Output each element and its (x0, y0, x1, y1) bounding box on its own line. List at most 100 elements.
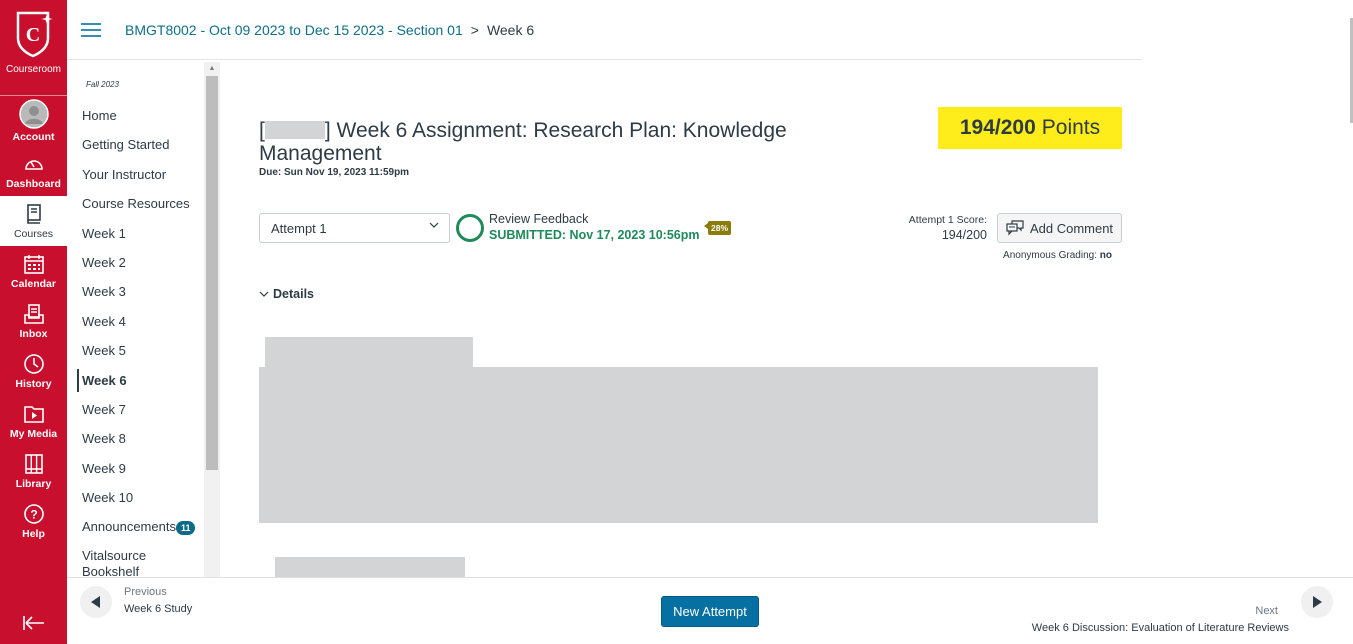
page-header: BMGT8002 - Oct 09 2023 to Dec 15 2023 - … (67, 0, 1142, 60)
triangle-right-icon (1313, 596, 1322, 608)
details-label: Details (273, 287, 314, 301)
book-icon (26, 203, 41, 224)
assignment-title: [] Week 6 Assignment: Research Plan: Kno… (259, 119, 819, 165)
attempt-select-value: Attempt 1 (271, 220, 327, 236)
shield-logo-icon: C (16, 11, 52, 58)
user-avatar-icon (18, 99, 49, 129)
chevron-down-icon (429, 222, 439, 228)
next-item-link[interactable]: Week 6 Discussion: Evaluation of Literat… (1032, 622, 1289, 634)
nav-label: Dashboard (6, 177, 61, 190)
course-nav-your-instructor[interactable]: Your Instructor (67, 160, 206, 189)
nav-label: My Media (9, 427, 58, 440)
nav-courses[interactable]: Courses (0, 196, 67, 246)
nav-label: Calendar (11, 277, 56, 290)
media-folder-icon (23, 405, 44, 423)
redacted-content (265, 337, 473, 369)
collapse-arrow-icon (22, 616, 44, 630)
module-footer: Previous Week 6 Study New Attempt Next W… (67, 577, 1353, 644)
nav-inbox[interactable]: Inbox (0, 296, 67, 346)
brand-logo[interactable]: C Courseroom (0, 0, 67, 96)
review-feedback-link[interactable]: Review Feedback (489, 212, 588, 226)
course-nav-week-6[interactable]: Week 6 (67, 366, 206, 395)
course-nav-week-8[interactable]: Week 8 (67, 424, 206, 453)
course-nav-getting-started[interactable]: Getting Started (67, 130, 206, 159)
nav-label: Library (15, 477, 52, 490)
previous-button[interactable] (80, 586, 112, 618)
breadcrumb-course-link[interactable]: BMGT8002 - Oct 09 2023 to Dec 15 2023 - … (125, 22, 463, 38)
course-nav-week-4[interactable]: Week 4 (67, 307, 206, 336)
title-text: ] Week 6 Assignment: Research Plan: Know… (259, 119, 787, 165)
announcements-label: Announcements (82, 519, 176, 535)
attempt-select[interactable]: Attempt 1 (259, 213, 450, 243)
library-icon (24, 453, 43, 474)
speedometer-icon (24, 159, 43, 170)
course-nav-scrollbar[interactable]: ▲ (204, 62, 220, 577)
comment-icon (1006, 220, 1024, 236)
help-icon: ? (23, 503, 44, 524)
nav-label: Courses (13, 227, 54, 240)
collapse-nav-button[interactable] (0, 612, 67, 638)
course-nav-week-5[interactable]: Week 5 (67, 336, 206, 365)
global-nav: C Courseroom Account Dashboard Courses C… (0, 0, 67, 644)
breadcrumb-separator: > (470, 21, 479, 38)
nav-label: History (15, 377, 52, 390)
points-label: Points (1041, 116, 1101, 139)
breadcrumb-current: Week 6 (486, 21, 535, 38)
term-label: Fall 2023 (86, 80, 119, 89)
attempt-score-label: Attempt 1 Score: (908, 214, 987, 226)
nav-dashboard[interactable]: Dashboard (0, 146, 67, 196)
anonymous-grading: Anonymous Grading: no (949, 250, 1112, 261)
hamburger-menu-icon[interactable] (81, 22, 101, 37)
course-nav: Fall 2023 Home Getting Started Your Inst… (67, 62, 206, 577)
similarity-score-badge[interactable]: 28% (703, 221, 732, 235)
nav-history[interactable]: History (0, 346, 67, 396)
previous-item-link[interactable]: Week 6 Study (124, 603, 192, 615)
new-attempt-button[interactable]: New Attempt (661, 596, 759, 627)
nav-my-media[interactable]: My Media (0, 396, 67, 446)
nav-label: Inbox (19, 327, 48, 340)
breadcrumb: BMGT8002 - Oct 09 2023 to Dec 15 2023 - … (125, 22, 534, 38)
nav-account[interactable]: Account (0, 96, 67, 146)
nav-calendar[interactable]: Calendar (0, 246, 67, 296)
course-nav-week-7[interactable]: Week 7 (67, 395, 206, 424)
scroll-up-arrow-icon[interactable]: ▲ (204, 62, 220, 76)
points-value: 194/200 (959, 116, 1036, 139)
chevron-down-icon (259, 291, 269, 297)
app-root: C Courseroom Account Dashboard Courses C… (0, 0, 1353, 644)
anonymous-grading-value: no (1099, 250, 1112, 261)
due-date: Due: Sun Nov 19, 2023 11:59pm (259, 167, 410, 178)
attempt-score-value: 194/200 (941, 228, 987, 242)
course-nav-week-1[interactable]: Week 1 (67, 219, 206, 248)
nav-label: Help (22, 527, 45, 540)
nav-label: Account (12, 131, 55, 143)
course-nav-announcements[interactable]: Announcements 11 (67, 512, 206, 541)
clock-icon (23, 353, 44, 374)
course-nav-course-resources[interactable]: Course Resources (67, 189, 206, 218)
redacted-text (264, 121, 325, 139)
anonymous-grading-label: Anonymous Grading: (1003, 250, 1097, 261)
details-toggle[interactable]: Details (259, 287, 314, 301)
svg-text:?: ? (30, 507, 37, 521)
nav-help[interactable]: ? Help (0, 496, 67, 546)
svg-text:C: C (25, 24, 39, 46)
course-nav-week-9[interactable]: Week 9 (67, 454, 206, 483)
add-comment-button[interactable]: Add Comment (997, 213, 1122, 243)
nav-library[interactable]: Library (0, 446, 67, 496)
triangle-left-icon (91, 596, 100, 608)
calendar-icon (23, 254, 44, 274)
course-nav-week-3[interactable]: Week 3 (67, 277, 206, 306)
next-label: Next (1255, 605, 1278, 617)
next-button[interactable] (1301, 586, 1333, 618)
inbox-icon (23, 303, 44, 324)
course-nav-week-10[interactable]: Week 10 (67, 483, 206, 512)
course-nav-week-2[interactable]: Week 2 (67, 248, 206, 277)
submission-status-ring-icon (456, 214, 484, 242)
points-score: 194/200 Points (938, 107, 1122, 149)
course-nav-home[interactable]: Home (67, 101, 206, 130)
course-nav-vitalsource[interactable]: Vitalsource Bookshelf (67, 542, 167, 577)
unread-count-badge: 11 (175, 521, 196, 536)
redacted-content (259, 367, 1098, 523)
submitted-status: SUBMITTED: Nov 17, 2023 10:56pm (489, 228, 700, 242)
brand-label: Courseroom (5, 64, 62, 75)
scrollbar-thumb[interactable] (206, 76, 218, 470)
